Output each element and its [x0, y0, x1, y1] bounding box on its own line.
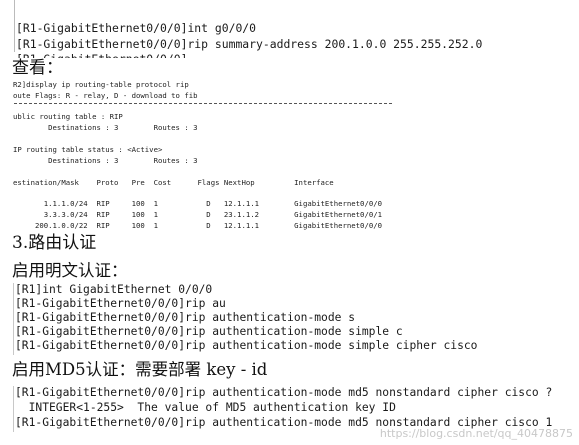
config-line: [R1-GigabitEthernet0/0/0]rip authenticat… — [15, 311, 356, 324]
route-row: 200.1.0.0/22 RIP 100 1 D 12.1.1.1 Gigabi… — [13, 221, 383, 230]
config-line: [R1-GigabitEthernet0/0/0]rip au — [15, 297, 226, 310]
config-line: INTEGER<1-255> The value of MD5 authenti… — [15, 401, 396, 414]
terminal-line: [R1-GigabitEthernet0/0/0]int g0/0/0 — [16, 21, 257, 35]
section-title: 3.路由认证 — [12, 233, 97, 253]
status-table-line: IP routing table status : <Active> — [13, 145, 163, 154]
terminal-left-border — [14, 0, 15, 52]
config-line: [R1]int GigabitEthernet 0/0/0 — [15, 283, 213, 296]
terminal-line: [R1-GigabitEthernet0/0/0]rip summary-add… — [16, 37, 483, 51]
plain-auth-title: 启用明文认证： — [12, 261, 128, 280]
public-table-line: ublic routing table : RIP — [13, 112, 123, 121]
config-left-border — [13, 283, 14, 355]
route-flags-line: oute Flags: R - relay, D - download to f… — [13, 91, 198, 100]
watermark: https://blog.csdn.net/qq_40478875 — [379, 427, 573, 440]
plain-auth-config-block: [R1]int GigabitEthernet 0/0/0 [R1-Gigabi… — [13, 283, 478, 355]
config-left-border — [13, 386, 14, 432]
route-row: 3.3.3.0/24 RIP 100 1 D 23.1.1.2 GigabitE… — [13, 210, 383, 219]
route-row: 1.1.1.0/24 RIP 100 1 D 12.1.1.1 GigabitE… — [13, 199, 383, 208]
config-line: [R1-GigabitEthernet0/0/0]rip authenticat… — [15, 386, 553, 399]
route-table-header: estination/Mask Proto Pre Cost Flags Nex… — [13, 178, 334, 187]
config-line: [R1-GigabitEthernet0/0/0]rip authenticat… — [15, 325, 403, 338]
md5-auth-config-block: [R1-GigabitEthernet0/0/0]rip authenticat… — [13, 386, 573, 432]
config-line: [R1-GigabitEthernet0/0/0]rip authenticat… — [15, 339, 478, 352]
public-counts-line: Destinations : 3 Routes : 3 — [13, 123, 198, 132]
display-command-line: R2]display ip routing-table protocol rip — [13, 80, 189, 89]
output-divider — [14, 103, 392, 104]
md5-auth-title: 启用MD5认证：需要部署 key - id — [12, 360, 268, 379]
view-heading: 查看： — [12, 58, 63, 78]
top-terminal-block: [R1-GigabitEthernet0/0/0]int g0/0/0 [R1-… — [14, 0, 574, 58]
status-counts-line: Destinations : 3 Routes : 3 — [13, 156, 198, 165]
